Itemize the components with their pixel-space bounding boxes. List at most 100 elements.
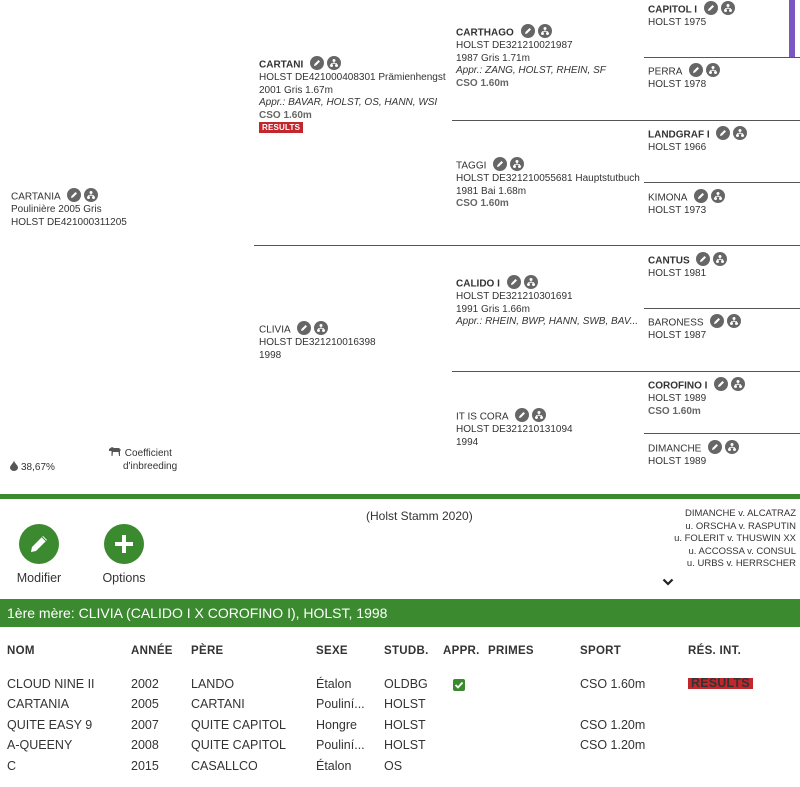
check-icon <box>453 679 465 691</box>
results-badge[interactable]: RESULTS <box>259 122 304 134</box>
horse-gen3-1[interactable]: CARTHAGO HOLST DE321210021987 1987 Gris … <box>456 24 606 90</box>
tree-icon[interactable] <box>510 157 525 171</box>
cell-nom[interactable]: CLOUD NINE II <box>7 677 95 691</box>
horse-gen1[interactable]: CARTANIA Poulinière 2005 Gris HOLST DE42… <box>11 188 127 229</box>
col-annee[interactable]: ANNÉE <box>131 645 173 657</box>
horse-gen3-2[interactable]: TAGGI HOLST DE321210055681 Hauptstutbuch… <box>456 157 640 211</box>
edit-icon[interactable] <box>520 24 535 38</box>
edit-icon[interactable] <box>506 275 521 289</box>
horse-name[interactable]: CLIVIA <box>259 325 290 336</box>
edit-icon[interactable] <box>514 408 529 422</box>
results-badge[interactable]: RESULTS <box>688 677 753 689</box>
horse-gen3-4[interactable]: IT IS CORA HOLST DE321210131094 1994 <box>456 408 573 449</box>
tree-icon[interactable] <box>705 63 720 77</box>
modify-button[interactable] <box>19 524 59 564</box>
horse-name[interactable]: CARTANIA <box>11 192 60 203</box>
horse-name[interactable]: CARTANI <box>259 60 303 71</box>
horse-gen3-3[interactable]: CALIDO I HOLST DE321210301691 1991 Gris … <box>456 275 638 329</box>
table-row[interactable]: A-QUEENY 2008 QUITE CAPITOL Pouliní... HOLST… <box>0 738 800 758</box>
col-pere[interactable]: PÈRE <box>191 645 224 657</box>
horse-gen4-3[interactable]: LANDGRAF I HOLST 1966 <box>648 126 750 155</box>
tree-icon[interactable] <box>313 321 328 335</box>
edit-icon[interactable] <box>296 321 311 335</box>
cell-nom[interactable]: QUITE EASY 9 <box>7 718 92 732</box>
modify-label[interactable]: Modifier <box>4 571 74 585</box>
tree-icon[interactable] <box>725 440 740 454</box>
col-sexe[interactable]: SEXE <box>316 645 348 657</box>
horse-gen4-8[interactable]: DIMANCHE HOLST 1989 <box>648 440 742 469</box>
cell-nom[interactable]: C <box>7 759 16 773</box>
modify-action[interactable]: Modifier <box>4 524 74 585</box>
table-row[interactable]: CLOUD NINE II 2002 LANDO Étalon OLDBG CSO 1.6… <box>0 677 800 697</box>
scroll-indicator[interactable] <box>789 0 795 57</box>
col-sport[interactable]: SPORT <box>580 645 621 657</box>
horse-name[interactable]: DIMANCHE <box>648 444 701 455</box>
horse-gen4-6[interactable]: BARONESS HOLST 1987 <box>648 314 744 343</box>
horse-name[interactable]: BARONESS <box>648 318 704 329</box>
horse-gen4-1[interactable]: CAPITOL I HOLST 1975 <box>648 1 738 30</box>
horse-gen4-2[interactable]: PERRA HOLST 1978 <box>648 63 723 92</box>
tree-icon[interactable] <box>713 252 728 266</box>
cell-nom[interactable]: A-QUEENY <box>7 738 72 752</box>
tree-icon[interactable] <box>733 126 748 140</box>
horse-name[interactable]: CAPITOL I <box>648 5 697 16</box>
horse-gen4-7[interactable]: COROFINO I HOLST 1989 CSO 1.60m <box>648 377 748 418</box>
edit-icon[interactable] <box>66 188 81 202</box>
col-nom[interactable]: NOM <box>7 645 35 657</box>
edit-icon[interactable] <box>710 314 725 328</box>
cell-pere[interactable]: QUITE CAPITOL <box>191 718 286 732</box>
cell-pere[interactable]: CASALLCO <box>191 759 258 773</box>
col-primes[interactable]: PRIMES <box>488 645 534 657</box>
horse-name[interactable]: CANTUS <box>648 256 690 267</box>
horse-sport: CSO 1.60m <box>456 198 509 210</box>
edit-icon[interactable] <box>310 56 325 70</box>
edit-icon[interactable] <box>703 1 718 15</box>
edit-icon[interactable] <box>696 252 711 266</box>
col-studb[interactable]: STUDB. <box>384 645 429 657</box>
horse-name[interactable]: CARTHAGO <box>456 28 514 39</box>
edit-icon[interactable] <box>688 63 703 77</box>
tree-icon[interactable] <box>710 189 725 203</box>
tree-icon[interactable] <box>523 275 538 289</box>
col-appr[interactable]: APPR. <box>443 645 480 657</box>
edit-icon[interactable] <box>708 440 723 454</box>
tree-icon[interactable] <box>720 1 735 15</box>
horse-gen2-dam[interactable]: CLIVIA HOLST DE321210016398 1998 <box>259 321 376 362</box>
edit-icon[interactable] <box>693 189 708 203</box>
horse-gen4-5[interactable]: CANTUS HOLST 1981 <box>648 252 730 281</box>
horse-name[interactable]: TAGGI <box>456 161 486 172</box>
edit-icon[interactable] <box>714 377 729 391</box>
options-button[interactable] <box>104 524 144 564</box>
horse-name[interactable]: LANDGRAF I <box>648 130 710 141</box>
cell-pere[interactable]: QUITE CAPITOL <box>191 738 286 752</box>
tree-icon[interactable] <box>731 377 746 391</box>
tree-icon[interactable] <box>83 188 98 202</box>
cell-pere[interactable]: CARTANI <box>191 697 245 711</box>
horse-name[interactable]: KIMONA <box>648 193 687 204</box>
horse-name[interactable]: CALIDO I <box>456 279 500 290</box>
inbreeding-value: 38,67% <box>10 460 55 473</box>
cell-annee: 2007 <box>131 718 159 732</box>
col-res-int[interactable]: RÉS. INT. <box>688 645 741 657</box>
horse-gen2-sire[interactable]: CARTANI HOLST DE421000408301 Prämienheng… <box>259 56 446 135</box>
tree-icon[interactable] <box>531 408 546 422</box>
options-label[interactable]: Options <box>89 571 159 585</box>
horse-name[interactable]: COROFINO I <box>648 381 707 392</box>
chevron-down-icon[interactable] <box>662 577 674 587</box>
table-row[interactable]: C 2015 CASALLCO Étalon OS <box>0 759 800 779</box>
tree-icon[interactable] <box>727 314 742 328</box>
cell-nom[interactable]: CARTANIA <box>7 697 69 711</box>
table-row[interactable]: CARTANIA 2005 CARTANI Pouliní... HOLST <box>0 697 800 717</box>
table-row[interactable]: QUITE EASY 9 2007 QUITE CAPITOL Hongre HOLST… <box>0 718 800 738</box>
edit-icon[interactable] <box>493 157 508 171</box>
options-action[interactable]: Options <box>89 524 159 585</box>
inbreeding-label-line2: d'inbreeding <box>123 461 178 472</box>
tree-icon[interactable] <box>537 24 552 38</box>
tree-icon[interactable] <box>327 56 342 70</box>
cell-sexe: Étalon <box>316 759 352 773</box>
horse-name[interactable]: PERRA <box>648 67 682 78</box>
edit-icon[interactable] <box>716 126 731 140</box>
cell-pere[interactable]: LANDO <box>191 677 234 691</box>
horse-name[interactable]: IT IS CORA <box>456 412 508 423</box>
horse-gen4-4[interactable]: KIMONA HOLST 1973 <box>648 189 728 218</box>
